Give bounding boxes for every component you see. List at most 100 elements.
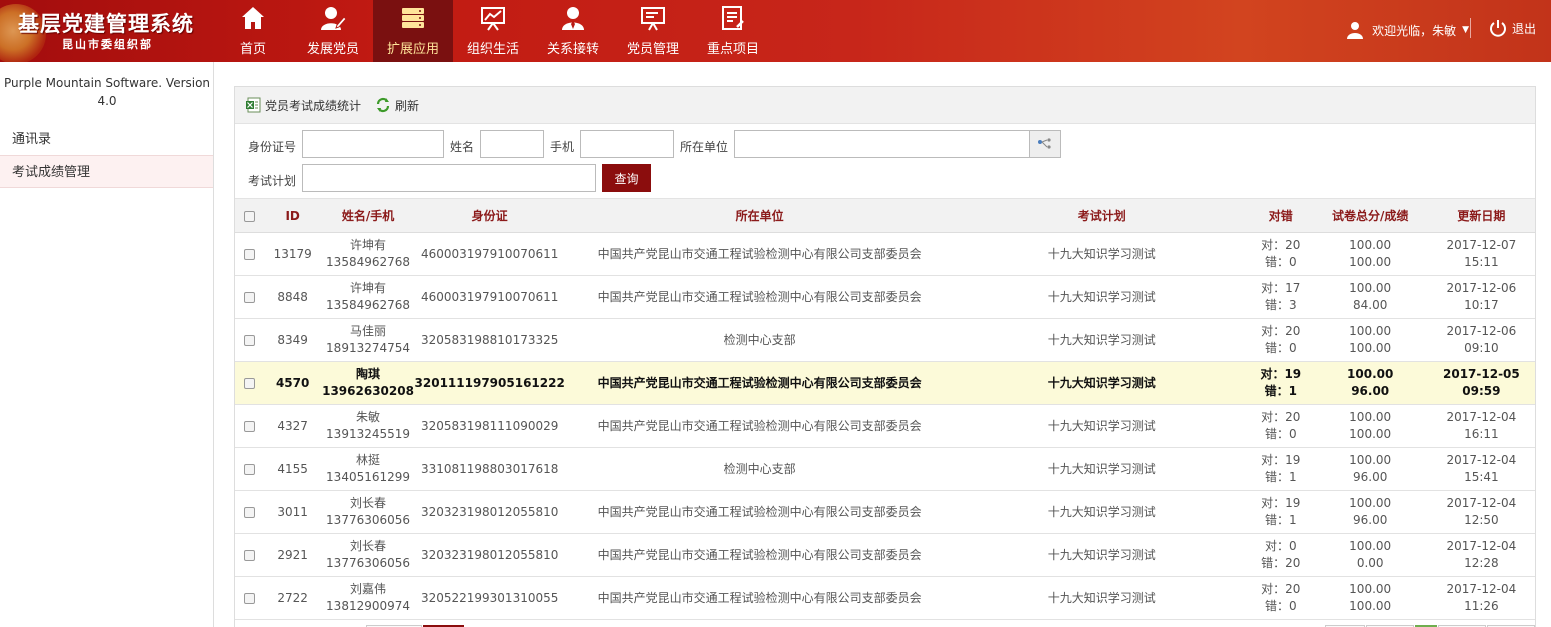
- search-filters: 身份证号 姓名 手机 所在单位 考试计划 查询: [235, 124, 1535, 198]
- nav-item-key-projects[interactable]: 重点项目: [693, 0, 773, 62]
- cell-total: 100.00: [1349, 238, 1392, 252]
- table-row[interactable]: 4570 陶琪 13962630208 320111197905161222 中国共产党…: [235, 361, 1535, 405]
- cell-result: 100.00: [1349, 427, 1392, 441]
- cell-time: 09:10: [1464, 341, 1499, 355]
- unit-input[interactable]: [734, 130, 1030, 158]
- logout-label: 退出: [1512, 21, 1537, 36]
- table-row[interactable]: 2921 刘长春 13776306056 320323198012055810 中国共产…: [235, 534, 1535, 577]
- col-right-wrong[interactable]: 对错: [1249, 198, 1313, 233]
- table-row[interactable]: 8349 马佳丽 18913274754 320583198810173325 检测中心…: [235, 319, 1535, 362]
- cell-score: 100.00 96.00: [1313, 491, 1428, 534]
- row-checkbox[interactable]: [235, 577, 264, 620]
- nav-item-develop-members[interactable]: 发展党员: [293, 0, 373, 62]
- nav-item-home[interactable]: 首页: [213, 0, 293, 62]
- cell-updated: 2017-12-04 11:26: [1428, 577, 1535, 620]
- plan-label: 考试计划: [248, 174, 297, 188]
- user-tie-icon: [562, 7, 584, 30]
- col-score[interactable]: 试卷总分/成绩: [1312, 198, 1428, 233]
- cell-right: 对：19: [1261, 453, 1301, 467]
- refresh-button[interactable]: 刷新: [375, 97, 419, 114]
- idcard-input[interactable]: [302, 130, 444, 158]
- cell-time: 15:41: [1464, 470, 1499, 484]
- table-header-row: ID 姓名/手机 身份证 所在单位 考试计划 对错 试卷总分/成绩 更新日期: [235, 198, 1535, 233]
- table-row[interactable]: 4327 朱敏 13913245519 320583198111090029 中国共产党…: [235, 405, 1535, 448]
- database-icon: [402, 8, 424, 28]
- cell-unit: 中国共产党昆山市交通工程试验检测中心有限公司支部委员会: [597, 547, 922, 562]
- cell-idcard: 320323198012055810: [420, 504, 559, 519]
- sidebar-item-contacts[interactable]: 通讯录: [0, 123, 213, 156]
- col-id[interactable]: ID: [263, 198, 322, 233]
- phone-input[interactable]: [580, 130, 674, 158]
- cell-time: 16:11: [1464, 427, 1499, 441]
- exam-stats-button[interactable]: 党员考试成绩统计: [245, 97, 361, 114]
- cell-time: 10:17: [1464, 298, 1499, 312]
- cell-name: 林挺: [356, 453, 381, 467]
- toolbar: 党员考试成绩统计 刷新: [235, 87, 1535, 124]
- cell-right: 对：19: [1261, 496, 1301, 510]
- col-name-phone[interactable]: 姓名/手机: [321, 198, 415, 233]
- org-tree-icon: [1038, 138, 1051, 149]
- row-checkbox[interactable]: [235, 405, 264, 448]
- cell-right-wrong: 对：0 错：20: [1249, 534, 1313, 577]
- cell-total: 100.00: [1347, 367, 1394, 381]
- search-button[interactable]: 查询: [602, 164, 651, 192]
- cell-idcard: 331081198803017618: [420, 461, 559, 476]
- cell-wrong: 错：0: [1264, 255, 1297, 269]
- cell-result: 96.00: [1351, 384, 1390, 398]
- cell-wrong: 错：0: [1264, 427, 1297, 441]
- nav-item-org-life[interactable]: 组织生活: [453, 0, 533, 62]
- table-row[interactable]: 8848 许坤有 13584962768 460003197910070611 中国共产…: [235, 276, 1535, 319]
- name-input[interactable]: [480, 130, 544, 158]
- row-checkbox[interactable]: [235, 491, 264, 534]
- app-logo[interactable]: 基层党建管理系统 昆山市委组织部: [0, 0, 225, 64]
- cell-result: 100.00: [1349, 341, 1392, 355]
- table-row[interactable]: 13179 许坤有 13584962768 460003197910070611 中国共…: [235, 233, 1535, 276]
- cell-result: 0.00: [1356, 556, 1384, 570]
- table-row[interactable]: 2722 刘嘉伟 13812900974 320522199301310055 中国共产…: [235, 577, 1535, 620]
- row-checkbox[interactable]: [235, 448, 264, 491]
- nav-item-relation-transfer[interactable]: 关系接转: [533, 0, 613, 62]
- nav-item-member-management[interactable]: 党员管理: [613, 0, 693, 62]
- col-updated[interactable]: 更新日期: [1427, 198, 1535, 233]
- col-unit[interactable]: 所在单位: [564, 198, 955, 233]
- cell-right-wrong: 对：19 错：1: [1249, 491, 1313, 534]
- cell-id: 4570: [275, 375, 310, 390]
- cell-updated: 2017-12-04 12:50: [1428, 491, 1535, 534]
- table-row[interactable]: 3011 刘长春 13776306056 320323198012055810 中国共产…: [235, 491, 1535, 534]
- cell-result: 100.00: [1349, 255, 1392, 269]
- unit-lookup-button[interactable]: [1029, 130, 1061, 158]
- row-checkbox[interactable]: [235, 233, 264, 276]
- sidebar-item-exam-scores[interactable]: 考试成绩管理: [0, 155, 213, 188]
- col-idcard[interactable]: 身份证: [414, 198, 565, 233]
- cell-date: 2017-12-07: [1446, 238, 1517, 252]
- cell-score: 100.00 96.00: [1313, 448, 1428, 491]
- cell-right-wrong: 对：20 错：0: [1249, 577, 1313, 620]
- cell-unit: 检测中心支部: [723, 461, 796, 476]
- cell-right-wrong: 对：20 错：0: [1249, 405, 1313, 448]
- cell-phone: 13913245519: [326, 427, 411, 441]
- user-menu[interactable]: 欢迎光临，朱敏 ▼: [1346, 19, 1469, 41]
- cell-unit: 中国共产党昆山市交通工程试验检测中心有限公司支部委员会: [597, 289, 922, 304]
- presentation-chart-icon: [481, 7, 505, 31]
- cell-id: 2722: [277, 590, 308, 605]
- cell-result: 96.00: [1352, 513, 1388, 527]
- unit-label: 所在单位: [680, 140, 729, 154]
- cell-plan: 十九大知识学习测试: [1047, 332, 1156, 347]
- col-plan[interactable]: 考试计划: [954, 198, 1250, 233]
- logout-button[interactable]: 退出: [1489, 19, 1536, 37]
- select-all-checkbox[interactable]: [235, 198, 264, 233]
- row-checkbox[interactable]: [235, 534, 264, 577]
- table-row[interactable]: 4155 林挺 13405161299 331081198803017618 检测中心支…: [235, 448, 1535, 491]
- sidebar: Purple Mountain Software. Version 4.0 通讯…: [0, 62, 214, 627]
- row-checkbox[interactable]: [235, 319, 264, 362]
- cell-time: 15:11: [1464, 255, 1499, 269]
- cell-plan: 十九大知识学习测试: [1047, 590, 1156, 605]
- row-checkbox[interactable]: [235, 276, 264, 319]
- cell-phone: 13776306056: [326, 513, 411, 527]
- cell-right: 对：19: [1260, 367, 1302, 381]
- plan-input[interactable]: [302, 164, 596, 192]
- cell-wrong: 错：3: [1264, 298, 1297, 312]
- nav-item-extended-apps[interactable]: 扩展应用: [373, 0, 453, 62]
- row-checkbox[interactable]: [235, 362, 264, 405]
- version-text: Purple Mountain Software. Version 4.0: [3, 76, 211, 108]
